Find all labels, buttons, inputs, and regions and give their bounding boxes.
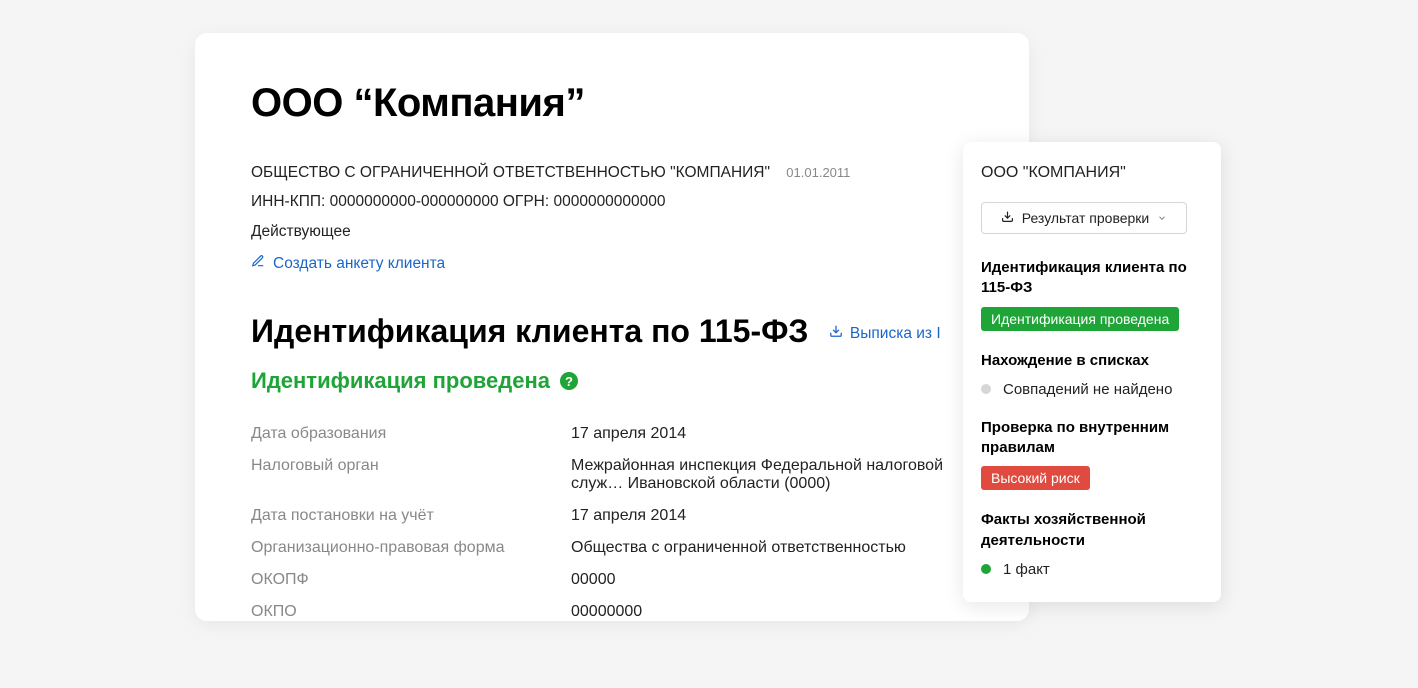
identification-status: Идентификация проведена ? (251, 368, 973, 394)
detail-value: 17 апреля 2014 (571, 507, 973, 525)
side-lists-title: Нахождение в списках (981, 351, 1203, 371)
status-dot-icon (981, 564, 991, 574)
detail-key: Налоговый орган (251, 457, 571, 493)
detail-row: Налоговый орган Межрайонная инспекция Фе… (251, 450, 973, 500)
identification-heading: Идентификация клиента по 115-ФЗ (251, 313, 808, 350)
identification-details: Дата образования 17 апреля 2014 Налоговы… (251, 418, 973, 621)
summary-side-card: ООО "КОМПАНИЯ" Результат проверки Иденти… (963, 142, 1221, 602)
side-card-title: ООО "КОМПАНИЯ" (981, 164, 1203, 182)
help-icon[interactable]: ? (560, 372, 578, 390)
detail-value: 00000 (571, 571, 973, 589)
company-full-name-line: ОБЩЕСТВО С ОГРАНИЧЕННОЙ ОТВЕТСТВЕННОСТЬЮ… (251, 158, 973, 187)
company-reg-date: 01.01.2011 (786, 165, 850, 180)
download-excerpt-link[interactable]: Выписка из I (829, 324, 941, 343)
detail-value: Общества с ограниченной ответственностью (571, 539, 973, 557)
detail-row: Дата постановки на учёт 17 апреля 2014 (251, 500, 973, 532)
company-inn-kpp-ogrn: ИНН-КПП: 0000000000-000000000 ОГРН: 0000… (251, 187, 973, 216)
identification-badge: Идентификация проведена (981, 307, 1179, 331)
result-dropdown-button[interactable]: Результат проверки (981, 202, 1187, 234)
result-dropdown-label: Результат проверки (1022, 210, 1150, 226)
detail-value: 17 апреля 2014 (571, 425, 973, 443)
detail-value: Межрайонная инспекция Федеральной налого… (571, 457, 973, 493)
detail-key: Дата постановки на учёт (251, 507, 571, 525)
detail-key: ОКОПФ (251, 571, 571, 589)
download-icon (829, 324, 843, 343)
company-main-card: ООО “Компания” ОБЩЕСТВО С ОГРАНИЧЕННОЙ О… (195, 33, 1029, 621)
detail-row: Дата образования 17 апреля 2014 (251, 418, 973, 450)
detail-key: Организационно-правовая форма (251, 539, 571, 557)
download-icon (1001, 210, 1014, 226)
facts-status-line: 1 факт (981, 561, 1203, 578)
identification-status-text: Идентификация проведена (251, 368, 550, 394)
side-internal-title: Проверка по внутренним правилам (981, 418, 1203, 459)
company-title: ООО “Компания” (251, 81, 973, 126)
internal-risk-badge: Высокий риск (981, 466, 1090, 490)
facts-status-text: 1 факт (1003, 561, 1050, 578)
lists-status-line: Совпадений не найдено (981, 381, 1203, 398)
create-client-profile-label: Создать анкету клиента (273, 255, 445, 273)
detail-row: ОКПО 00000000 (251, 596, 973, 621)
chevron-down-icon (1157, 210, 1167, 226)
company-status: Действующее (251, 217, 973, 246)
detail-key: Дата образования (251, 425, 571, 443)
company-full-name: ОБЩЕСТВО С ОГРАНИЧЕННОЙ ОТВЕТСТВЕННОСТЬЮ… (251, 164, 770, 181)
detail-key: ОКПО (251, 603, 571, 621)
status-dot-icon (981, 384, 991, 394)
pencil-icon (251, 254, 265, 273)
download-excerpt-label: Выписка из I (850, 325, 941, 343)
detail-row: Организационно-правовая форма Общества с… (251, 532, 973, 564)
detail-value: 00000000 (571, 603, 973, 621)
side-facts-title: Факты хозяйственной деятельности (981, 510, 1203, 551)
create-client-profile-link[interactable]: Создать анкету клиента (251, 254, 445, 273)
lists-status-text: Совпадений не найдено (1003, 381, 1172, 398)
detail-row: ОКОПФ 00000 (251, 564, 973, 596)
side-identification-title: Идентификация клиента по 115-ФЗ (981, 258, 1203, 299)
